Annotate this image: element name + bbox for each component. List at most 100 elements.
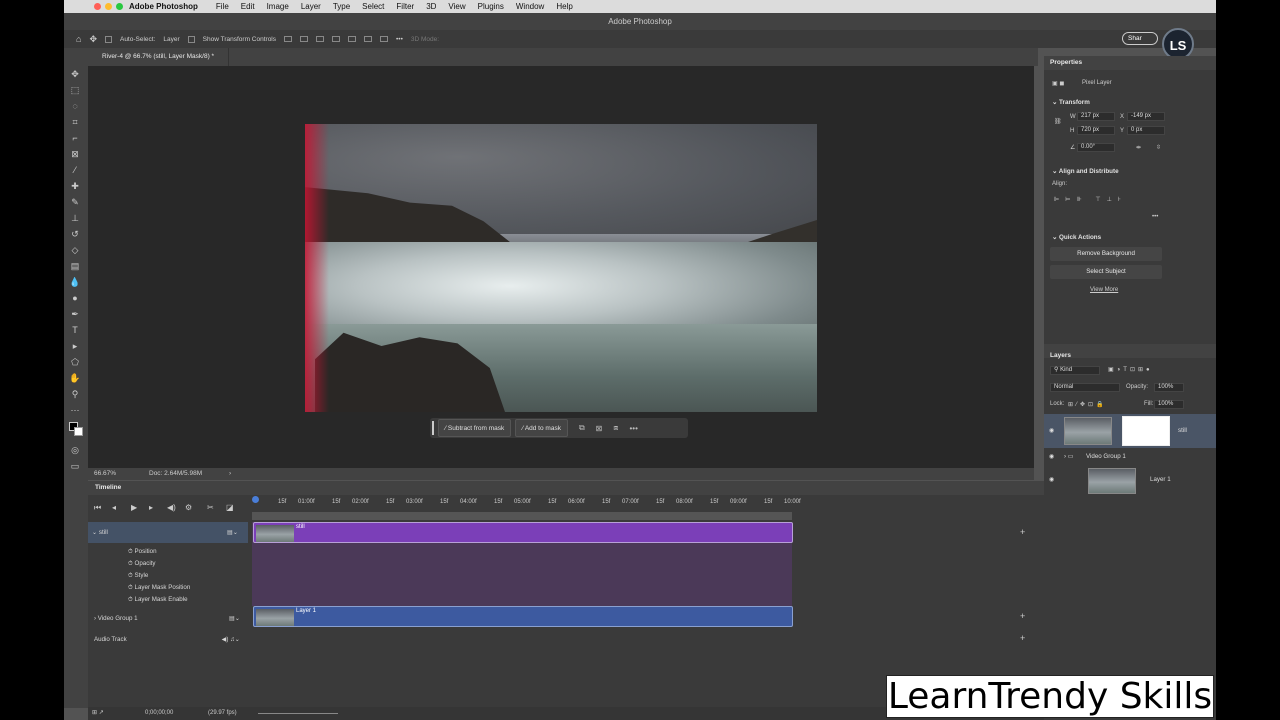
- minimize-window-icon[interactable]: [105, 3, 112, 10]
- first-frame-icon[interactable]: ⏮: [94, 503, 101, 513]
- add-media-icon[interactable]: +: [1020, 527, 1025, 537]
- gradient-icon[interactable]: ▤: [69, 260, 81, 272]
- move-tool-icon[interactable]: ✥: [89, 34, 97, 45]
- blend-mode-select[interactable]: Normal: [1050, 383, 1120, 392]
- eraser-icon[interactable]: ◇: [69, 244, 81, 256]
- crop-icon[interactable]: ⌐: [69, 132, 81, 144]
- screen-mode-icon[interactable]: ▭: [69, 460, 81, 472]
- split-icon[interactable]: ✂: [207, 503, 214, 512]
- layer-row-still[interactable]: ◉ still: [1044, 414, 1216, 448]
- apply-mask-icon[interactable]: ⧈: [613, 423, 618, 433]
- distribute-icon[interactable]: [380, 36, 389, 42]
- play-icon[interactable]: ▶: [131, 503, 137, 512]
- home-icon[interactable]: ⌂: [76, 34, 81, 44]
- lock-icons[interactable]: ⊞⁄✥⊡🔒: [1068, 401, 1107, 408]
- film-icon[interactable]: ▤⌄: [227, 529, 238, 536]
- kind-filter[interactable]: ⚲ Kind: [1050, 366, 1100, 375]
- color-swatches-icon[interactable]: [69, 422, 83, 436]
- zoom-window-icon[interactable]: [116, 3, 123, 10]
- align-center-icon[interactable]: [300, 36, 309, 42]
- waterfall-photo[interactable]: [305, 124, 817, 412]
- align-middle-icon[interactable]: [348, 36, 357, 42]
- work-area-bar[interactable]: [252, 512, 792, 520]
- zoom-level[interactable]: 66.67%: [94, 468, 116, 480]
- select-subject-button[interactable]: Select Subject: [1050, 265, 1162, 279]
- healing-icon[interactable]: ✚: [69, 180, 81, 192]
- share-button[interactable]: Shar: [1122, 32, 1158, 45]
- disable-mask-icon[interactable]: ⊠: [596, 424, 603, 433]
- eye-icon[interactable]: ◉: [1049, 427, 1054, 434]
- menu-3d[interactable]: 3D: [426, 2, 436, 11]
- object-select-icon[interactable]: ⌗: [69, 116, 81, 128]
- transform-controls-checkbox[interactable]: [187, 35, 195, 43]
- document-tab[interactable]: River-4 @ 66.7% (still, Layer Mask/8) *: [88, 48, 230, 66]
- eye-icon[interactable]: ◉: [1049, 476, 1054, 483]
- transition-icon[interactable]: ◪: [226, 503, 234, 512]
- eye-icon[interactable]: ◉: [1049, 453, 1054, 460]
- eyedropper-icon[interactable]: ⁄: [69, 164, 81, 176]
- history-brush-icon[interactable]: ↺: [69, 228, 81, 240]
- hand-icon[interactable]: ✋: [69, 372, 81, 384]
- menu-layer[interactable]: Layer: [301, 2, 321, 11]
- music-note-icon[interactable]: ◀) ♫⌄: [222, 636, 240, 643]
- more-icon[interactable]: •••: [629, 424, 637, 433]
- status-arrow-icon[interactable]: ›: [229, 468, 231, 480]
- menu-edit[interactable]: Edit: [241, 2, 255, 11]
- add-audio-icon[interactable]: +: [1020, 633, 1025, 643]
- opacity-input[interactable]: 100%: [1154, 383, 1184, 392]
- canvas-area[interactable]: ⁄ Subtract from mask ⁄ Add to mask ⧉ ⊠ ⧈…: [88, 66, 1034, 468]
- auto-select-dropdown[interactable]: Layer: [163, 36, 179, 43]
- align-icons[interactable]: ⊫⊨⊪ ⊤⊥⊦: [1054, 196, 1127, 203]
- stamp-icon[interactable]: ⊥: [69, 212, 81, 224]
- menu-plugins[interactable]: Plugins: [478, 2, 504, 11]
- zoom-slider[interactable]: [258, 713, 338, 714]
- film-icon[interactable]: ▤⌄: [229, 615, 240, 622]
- pen-icon[interactable]: ✒: [69, 308, 81, 320]
- audio-icon[interactable]: ◀): [167, 503, 176, 512]
- still-clip[interactable]: still: [253, 522, 793, 543]
- menu-file[interactable]: File: [216, 2, 229, 11]
- link-icon[interactable]: ⛓: [1054, 118, 1062, 125]
- render-icon[interactable]: ⊞ ↗: [92, 707, 104, 720]
- menu-type[interactable]: Type: [333, 2, 350, 11]
- mask-thumbnail[interactable]: [1122, 416, 1170, 446]
- expand-chevron-icon[interactable]: ⌄: [92, 529, 99, 536]
- align-bottom-icon[interactable]: [364, 36, 373, 42]
- layer-row-video-group[interactable]: ◉ › ▭ Video Group 1: [1044, 450, 1204, 464]
- align-right-icon[interactable]: [316, 36, 325, 42]
- filter-icons[interactable]: ▣◑T⊡⊞●: [1108, 366, 1153, 373]
- menu-filter[interactable]: Filter: [396, 2, 414, 11]
- path-select-icon[interactable]: ▸: [69, 340, 81, 352]
- settings-icon[interactable]: ⚙: [185, 503, 192, 512]
- fill-input[interactable]: 100%: [1154, 400, 1184, 409]
- add-media-icon[interactable]: +: [1020, 611, 1025, 621]
- quick-mask-icon[interactable]: ◎: [69, 444, 81, 456]
- menu-view[interactable]: View: [448, 2, 465, 11]
- menu-help[interactable]: Help: [556, 2, 572, 11]
- move-icon[interactable]: ✥: [69, 68, 81, 80]
- more-align-icon[interactable]: •••: [1152, 214, 1158, 220]
- shape-icon[interactable]: ⬠: [69, 356, 81, 368]
- width-input[interactable]: 217 px: [1077, 112, 1115, 121]
- view-more-link[interactable]: View More: [1090, 287, 1118, 293]
- height-input[interactable]: 720 px: [1077, 126, 1115, 135]
- prev-frame-icon[interactable]: ◂: [112, 503, 116, 512]
- y-input[interactable]: 0 px: [1127, 126, 1165, 135]
- app-menu[interactable]: Adobe Photoshop: [129, 2, 198, 11]
- angle-input[interactable]: 0.00°: [1077, 143, 1115, 152]
- menu-image[interactable]: Image: [267, 2, 289, 11]
- playhead-icon[interactable]: [252, 496, 259, 503]
- layer1-clip[interactable]: Layer 1: [253, 606, 793, 627]
- menu-select[interactable]: Select: [362, 2, 384, 11]
- zoom-icon[interactable]: ⚲: [69, 388, 81, 400]
- brush-icon[interactable]: ✎: [69, 196, 81, 208]
- flip-vertical-icon[interactable]: ⇳: [1156, 144, 1161, 151]
- close-window-icon[interactable]: [94, 3, 101, 10]
- add-to-mask-button[interactable]: ⁄ Add to mask: [515, 419, 568, 437]
- frame-icon[interactable]: ⊠: [69, 148, 81, 160]
- timeline-ruler[interactable]: 15f 01:00f 15f 02:00f 15f 03:00f 15f 04:…: [252, 496, 1042, 512]
- flip-horizontal-icon[interactable]: ⇹: [1136, 144, 1141, 151]
- x-input[interactable]: -149 px: [1127, 112, 1165, 121]
- edit-toolbar-icon[interactable]: ⋯: [69, 404, 81, 416]
- track-video-group-row[interactable]: › Video Group 1 ▤⌄: [94, 615, 244, 622]
